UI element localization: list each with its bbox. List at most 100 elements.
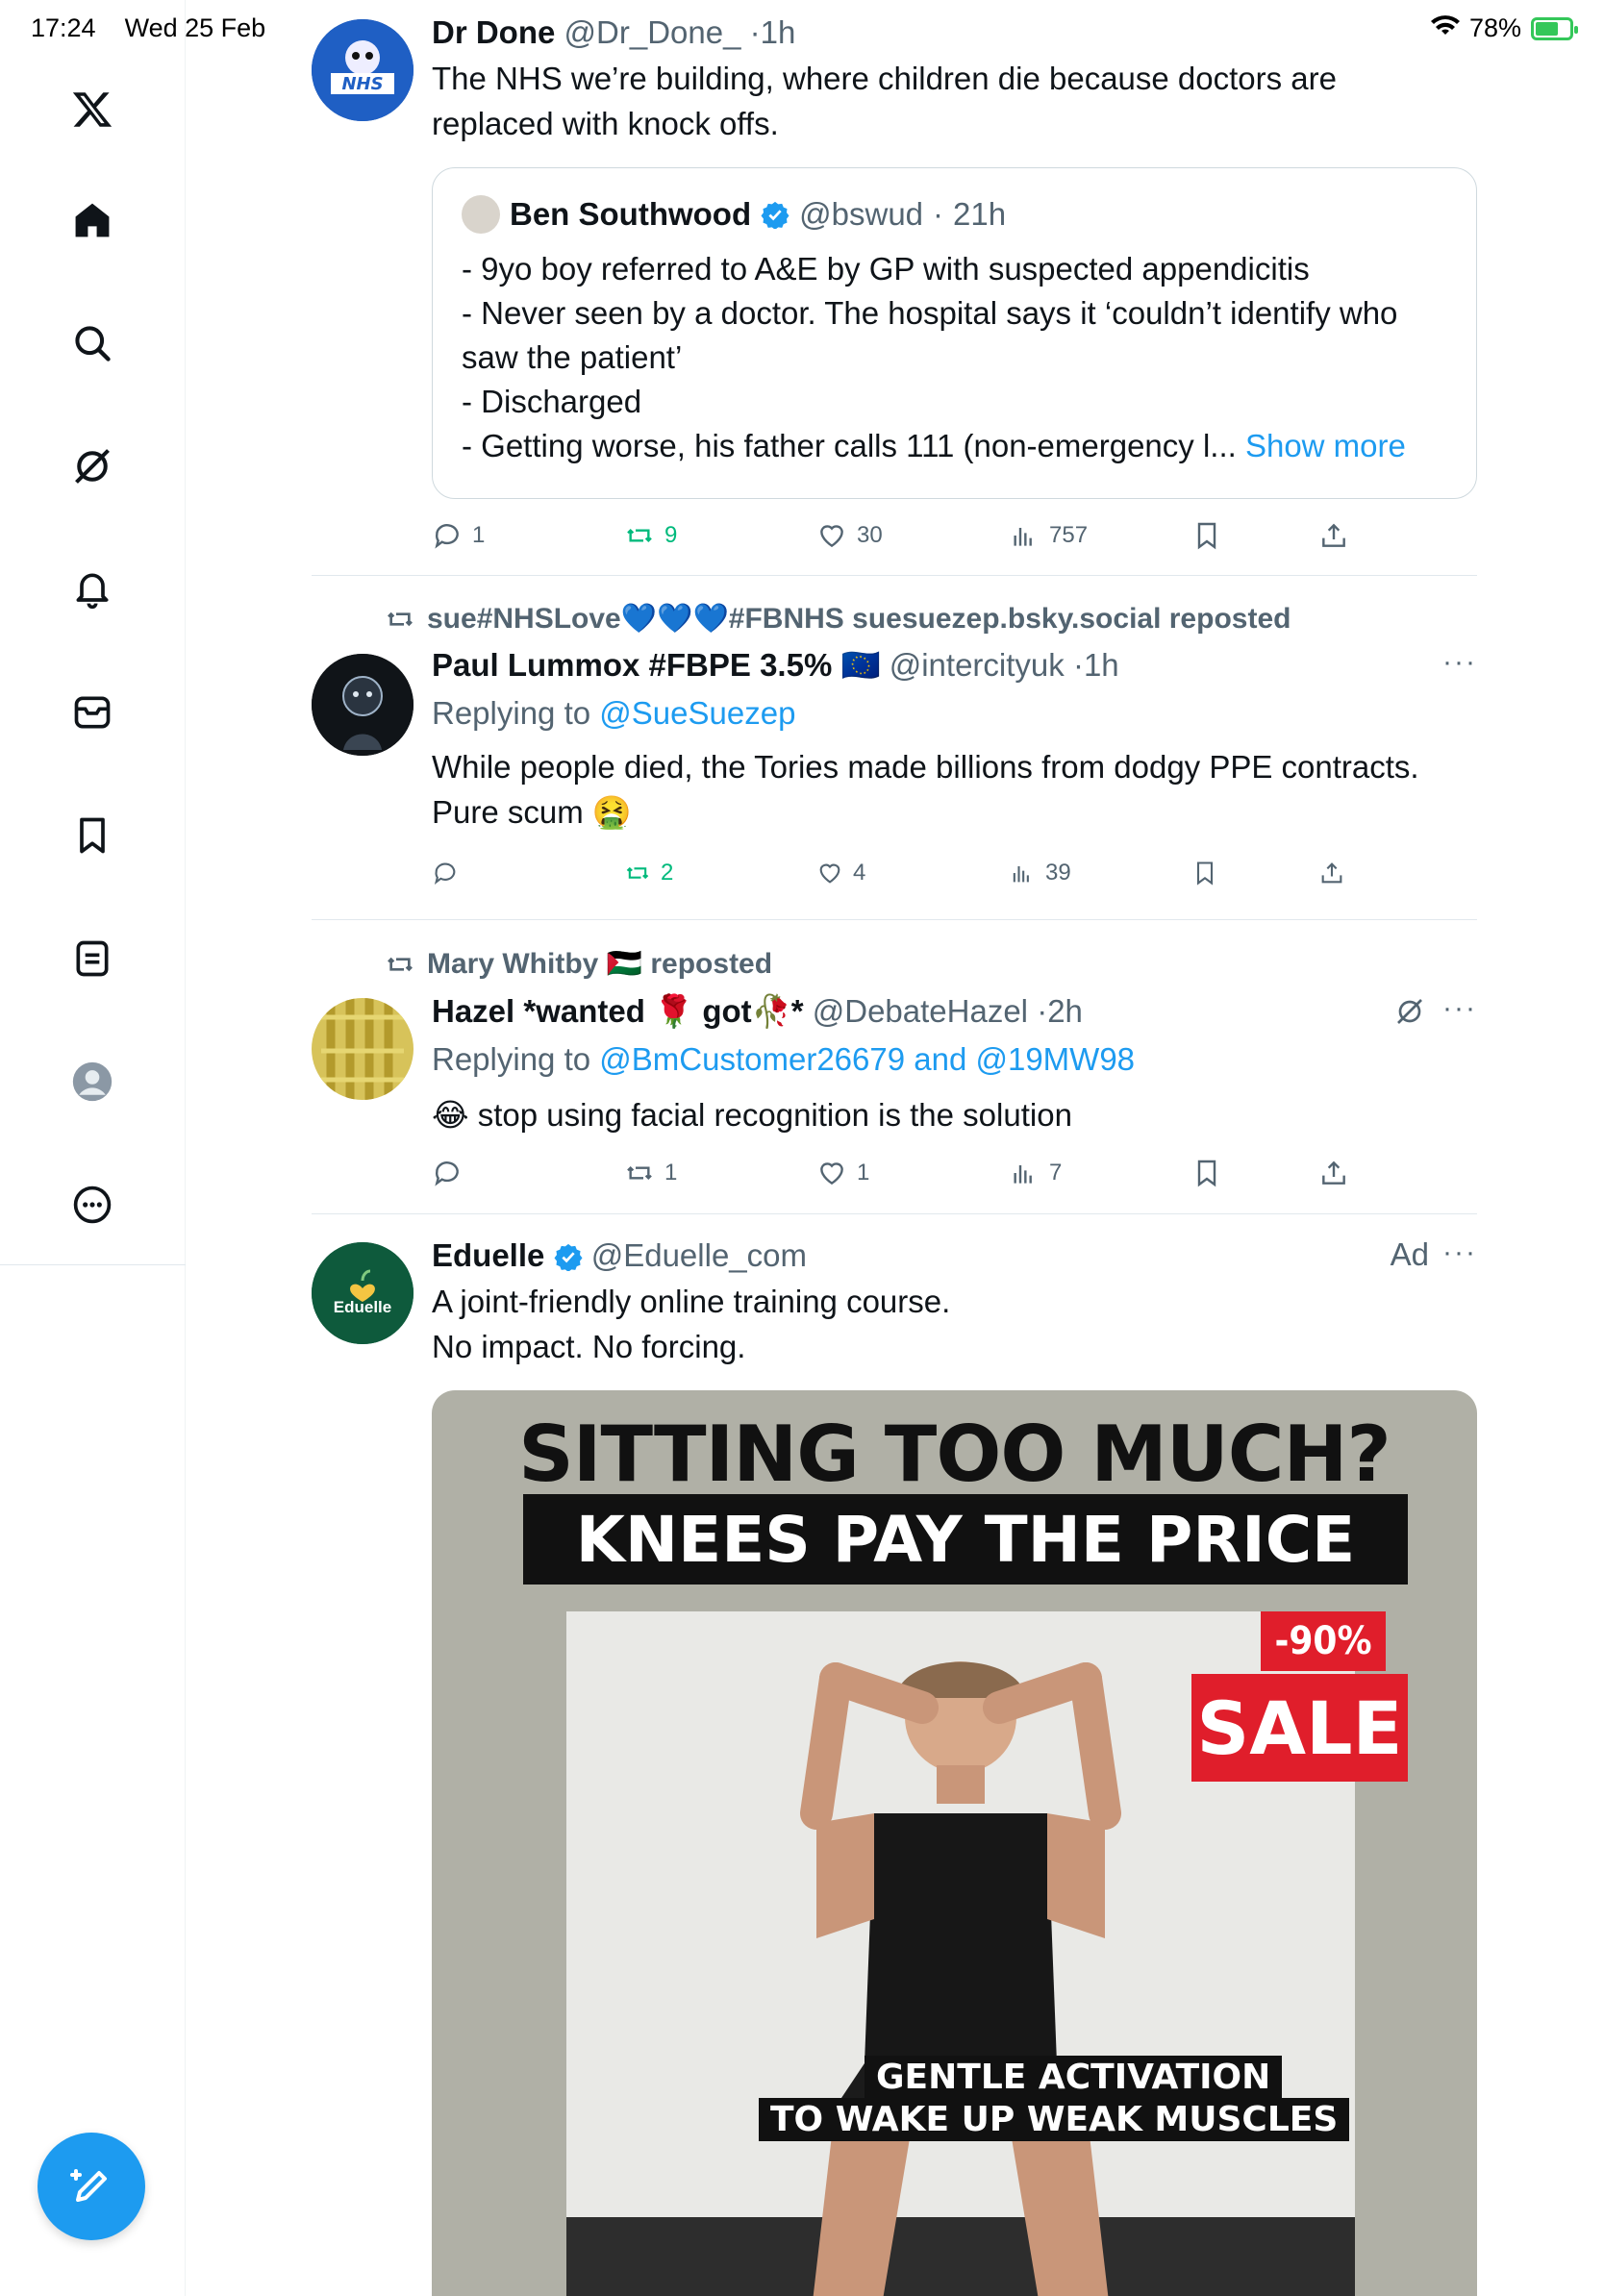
repost-button[interactable]: 9 — [624, 520, 677, 551]
avatar[interactable] — [312, 654, 414, 756]
replying-to-label: Replying to — [432, 1041, 591, 1077]
reply-icon — [434, 862, 456, 885]
avatar[interactable] — [312, 998, 414, 1100]
tweet-time[interactable]: 1h — [761, 14, 796, 50]
x-logo-icon[interactable] — [63, 81, 121, 138]
like-button[interactable]: 4 — [816, 860, 865, 886]
author-handle[interactable]: @DebateHazel — [813, 993, 1028, 1029]
author-name[interactable]: Paul Lummox #FBPE 3.5% 🇪🇺 — [432, 647, 881, 683]
share-icon — [1322, 523, 1345, 547]
compose-button[interactable] — [38, 2133, 145, 2240]
bookmark-button[interactable] — [1191, 520, 1222, 551]
repost-button[interactable]: 1 — [624, 1158, 677, 1188]
tweet-actions: 1 9 30 757 — [432, 516, 1477, 555]
ad-caption-2: TO WAKE UP WEAK MUSCLES — [759, 2098, 1350, 2141]
quote-author-name[interactable]: Ben Southwood — [510, 196, 751, 233]
repost-button[interactable]: 2 — [624, 860, 673, 886]
tweet-text: 😂 stop using facial recognition is the s… — [432, 1097, 1072, 1133]
tweet-text: The NHS we’re building, where children d… — [432, 61, 1337, 96]
like-count: 1 — [857, 1160, 870, 1185]
ad-image[interactable]: SITTING TOO MUCH? KNEES PAY THE PRICE -9… — [432, 1390, 1477, 2296]
heart-icon — [820, 1162, 843, 1185]
repost-icon — [388, 611, 413, 626]
author-name[interactable]: Eduelle — [432, 1237, 544, 1273]
messages-icon[interactable] — [63, 684, 121, 741]
reply-button[interactable]: 1 — [432, 520, 485, 551]
share-button[interactable] — [1318, 520, 1349, 551]
share-icon — [1322, 1160, 1345, 1185]
replying-to-label: Replying to — [432, 695, 591, 731]
ad-sale: SALE — [1191, 1674, 1408, 1782]
sidebar-separator — [0, 1264, 186, 1265]
view-count: 757 — [1049, 522, 1089, 548]
author-name[interactable]: Dr Done — [432, 14, 555, 50]
author-name[interactable]: Hazel *wanted 🌹 got🥀* — [432, 993, 804, 1029]
author-handle[interactable]: @Dr_Done_ — [564, 14, 741, 50]
divider — [312, 919, 1477, 920]
views-icon — [1014, 528, 1032, 546]
share-button[interactable] — [1318, 860, 1345, 886]
battery-icon — [1531, 16, 1578, 40]
tweet-actions: 2 4 39 — [432, 854, 1477, 892]
like-button[interactable]: 1 — [816, 1158, 869, 1188]
ad-subheadline: KNEES PAY THE PRICE — [523, 1494, 1408, 1585]
replying-to-handle[interactable]: @SueSuezep — [599, 695, 795, 731]
view-count: 39 — [1045, 860, 1071, 886]
repost-indicator: Mary Whitby 🇵🇸 reposted — [385, 947, 772, 981]
reply-button[interactable] — [432, 1158, 472, 1188]
share-button[interactable] — [1318, 1158, 1349, 1188]
bookmarks-icon[interactable] — [63, 807, 121, 864]
lists-icon[interactable] — [63, 930, 121, 987]
bookmark-icon — [1197, 1160, 1216, 1187]
more-icon[interactable] — [63, 1176, 121, 1234]
more-options-icon[interactable]: ··· — [1442, 646, 1477, 679]
views-button[interactable]: 39 — [1009, 860, 1071, 886]
compose-icon — [70, 2169, 107, 2202]
svg-text:NHS: NHS — [341, 74, 383, 94]
more-options-icon[interactable]: ··· — [1442, 1236, 1477, 1269]
reply-button[interactable] — [432, 860, 468, 886]
ad-person-figure — [800, 1661, 1121, 2296]
grok-icon[interactable] — [63, 437, 121, 495]
author-handle[interactable]: @intercityuk — [890, 647, 1065, 683]
heart-icon — [820, 525, 843, 548]
repost-icon — [626, 866, 649, 880]
verified-badge-icon — [554, 1243, 583, 1271]
repost-indicator: sue#NHSLove💙💙💙#FBNHS suesuezep.bsky.soci… — [385, 602, 1291, 636]
heart-icon — [819, 863, 840, 884]
quote-text: - Discharged — [462, 384, 642, 419]
search-icon[interactable] — [63, 314, 121, 372]
quoted-tweet[interactable]: Ben Southwood @bswud · 21h - 9yo boy refe… — [432, 167, 1477, 499]
repost-by-text[interactable]: sue#NHSLove💙💙💙#FBNHS suesuezep.bsky.soci… — [427, 602, 1291, 636]
like-count: 30 — [857, 522, 883, 548]
ad-discount: -90% — [1261, 1611, 1386, 1671]
repost-icon — [627, 1165, 652, 1181]
notifications-icon[interactable] — [63, 561, 121, 618]
bookmark-button[interactable] — [1191, 860, 1218, 886]
repost-count: 9 — [664, 522, 678, 548]
repost-count: 2 — [661, 860, 674, 886]
like-count: 4 — [853, 860, 866, 886]
grok-icon[interactable] — [1394, 996, 1425, 1032]
quote-author-handle[interactable]: @bswud — [799, 196, 923, 233]
like-button[interactable]: 30 — [816, 520, 883, 551]
share-icon — [1321, 862, 1342, 884]
show-more-link[interactable]: Show more — [1245, 428, 1406, 463]
tweet-time[interactable]: 1h — [1084, 647, 1119, 683]
bookmark-icon — [1196, 861, 1214, 886]
avatar[interactable]: Eduelle — [312, 1242, 414, 1344]
views-button[interactable]: 757 — [1009, 520, 1088, 551]
tweet-time[interactable]: 2h — [1047, 993, 1083, 1029]
reply-icon — [435, 1161, 459, 1186]
author-handle[interactable]: @Eduelle_com — [591, 1237, 807, 1273]
more-options-icon[interactable]: ··· — [1442, 992, 1477, 1025]
repost-by-text[interactable]: Mary Whitby 🇵🇸 reposted — [427, 947, 772, 981]
bookmark-button[interactable] — [1191, 1158, 1222, 1188]
replying-to-handle[interactable]: @BmCustomer26679 and @19MW98 — [599, 1041, 1135, 1077]
profile-avatar-icon[interactable] — [63, 1053, 121, 1111]
quote-avatar — [462, 195, 500, 234]
bookmark-icon — [1197, 522, 1216, 550]
views-button[interactable]: 7 — [1009, 1158, 1062, 1188]
avatar[interactable]: NHS — [312, 19, 414, 121]
home-icon[interactable] — [63, 191, 121, 249]
